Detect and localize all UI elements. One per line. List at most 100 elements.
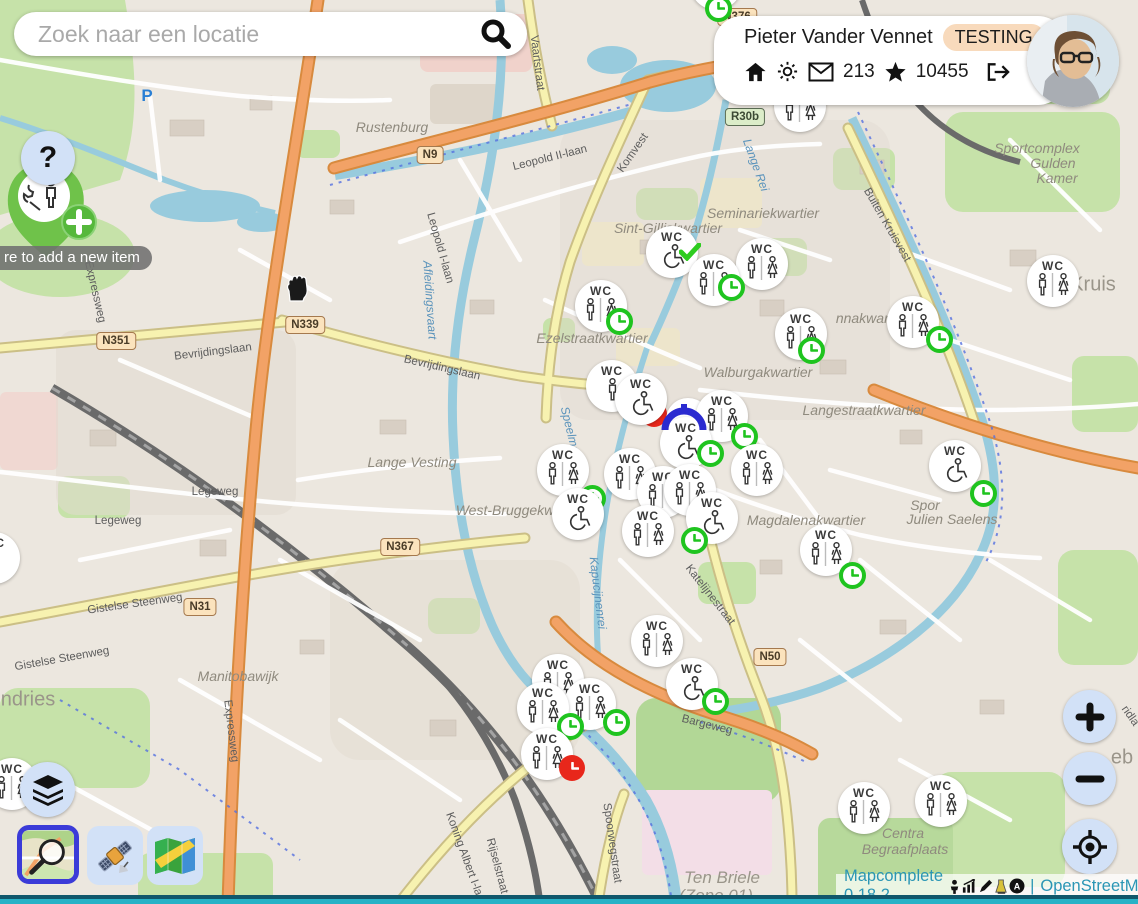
opening-hours-clock-badge	[718, 274, 745, 301]
add-item-tooltip: re to add a new item	[0, 246, 152, 270]
road-ref-badge: N31	[183, 598, 216, 616]
marker-label: WC	[815, 529, 837, 541]
marker-label: WC	[902, 301, 924, 313]
marker-label: WC	[547, 659, 569, 671]
settings-gear-icon[interactable]	[776, 60, 799, 83]
marker-label: WC	[637, 510, 659, 522]
background-osm-button[interactable]	[17, 825, 79, 884]
opening-hours-clock-badge	[839, 562, 866, 589]
osm-link[interactable]: OpenStreetMap	[1040, 877, 1138, 896]
marker-label: WC	[751, 243, 773, 255]
marker-label: WC	[944, 445, 966, 457]
user-name: Pieter Vander Vennet	[744, 26, 933, 49]
opening-hours-clock-badge	[697, 440, 724, 467]
map-marker-wc[interactable]: WC	[631, 615, 683, 667]
flag-icon	[994, 879, 1008, 894]
road-ref-badge: N9	[417, 146, 444, 164]
marker-label: WC	[619, 453, 641, 465]
opening-hours-clock-badge	[606, 308, 633, 335]
messages-icon[interactable]	[808, 62, 834, 82]
opening-hours-clock-badge	[970, 480, 997, 507]
road-ref-badge: N351	[96, 332, 136, 350]
map-marker-wc[interactable]: WC	[622, 505, 674, 557]
map-marker-wc[interactable]: WC	[1027, 255, 1079, 307]
map-marker-wc[interactable]: WC	[666, 658, 718, 710]
search-input[interactable]	[36, 20, 479, 49]
bottom-strip-cyan	[0, 899, 1138, 904]
marker-label: WC	[853, 787, 875, 799]
user-panel: Pieter Vander Vennet TESTING 213	[714, 16, 1066, 105]
contributor-icon	[948, 879, 961, 894]
license-icon: A	[1009, 878, 1025, 894]
map-marker-wc[interactable]: WC	[552, 488, 604, 540]
map-marker-wc[interactable]: WC	[800, 524, 852, 576]
marker-label: WC	[601, 365, 623, 377]
opening-hours-clock-badge	[681, 527, 708, 554]
opening-hours-clock-badge	[798, 337, 825, 364]
road-ref-badge: N50	[753, 648, 786, 666]
map-marker-wc[interactable]: WC	[615, 373, 667, 425]
marker-label: WC	[790, 313, 812, 325]
attribution-icons: A	[948, 878, 1025, 894]
map-marker-wc[interactable]: WC	[775, 308, 827, 360]
marker-label: WC	[1, 763, 23, 775]
message-count: 213	[843, 61, 875, 83]
map-marker-wc[interactable]: WC	[575, 280, 627, 332]
map-marker-wc[interactable]: WC	[731, 444, 783, 496]
svg-text:A: A	[1014, 881, 1021, 891]
marker-label: WC	[679, 469, 701, 481]
mapcomplete-app: Brugge-Sint-PietersRustenburgSint-Gillis…	[0, 0, 1138, 904]
road-ref-badge: R30b	[725, 108, 765, 126]
selected-marker-arc	[661, 404, 707, 437]
marker-label: WC	[1042, 260, 1064, 272]
opening-hours-clock-badge	[603, 709, 630, 736]
marker-label: WC	[701, 497, 723, 509]
marker-label: WC	[681, 663, 703, 675]
zoom-out-button[interactable]	[1063, 752, 1116, 805]
location-search-bar[interactable]	[14, 12, 527, 56]
map-marker-wc[interactable]: WC	[688, 254, 740, 306]
geolocate-button[interactable]	[1062, 819, 1117, 874]
marker-label: WC	[532, 687, 554, 699]
marker-label: WC	[711, 395, 733, 407]
user-avatar[interactable]	[1027, 15, 1119, 107]
map-marker-wc[interactable]: WC	[887, 296, 939, 348]
attribution-separator: |	[1030, 877, 1034, 896]
road-ref-badge: N367	[380, 538, 420, 556]
edit-pencil-icon	[979, 879, 993, 893]
marker-label: WC	[536, 733, 558, 745]
zoom-in-button[interactable]	[1063, 690, 1116, 743]
marker-label: WC	[930, 780, 952, 792]
opening-hours-clock-badge	[926, 326, 953, 353]
opening-hours-clock-badge	[702, 688, 729, 715]
marker-label: WC	[630, 378, 652, 390]
closed-clock-badge	[559, 755, 585, 781]
marker-label: WC	[552, 449, 574, 461]
help-button[interactable]: ?	[21, 131, 75, 185]
statistics-icon	[962, 879, 978, 893]
map-marker-wc[interactable]: WC	[915, 775, 967, 827]
home-icon[interactable]	[744, 61, 767, 83]
marker-label: WC	[746, 449, 768, 461]
map-marker-wc[interactable]: WC	[838, 782, 890, 834]
background-map-button[interactable]	[147, 826, 203, 885]
marker-label: WC	[646, 620, 668, 632]
hand-cursor-icon	[284, 274, 310, 307]
map-marker-wc[interactable]: WC	[521, 728, 573, 780]
marker-label: WC	[0, 537, 5, 549]
marker-label: WC	[590, 285, 612, 297]
marker-label: WC	[567, 493, 589, 505]
road-ref-badge: N339	[285, 316, 325, 334]
marker-label: WC	[703, 259, 725, 271]
logout-icon[interactable]	[986, 61, 1011, 83]
layers-button[interactable]	[20, 762, 75, 817]
star-icon[interactable]	[884, 61, 907, 83]
search-icon[interactable]	[479, 17, 513, 51]
changeset-count: 10455	[916, 61, 969, 83]
map-marker-wc[interactable]: WC	[517, 682, 569, 734]
map-marker-wc[interactable]: WC	[929, 440, 981, 492]
map-marker-wc[interactable]: WC	[686, 492, 738, 544]
marker-label: WC	[579, 683, 601, 695]
background-satellite-button[interactable]	[87, 826, 143, 885]
marker-label: WC	[661, 231, 683, 243]
